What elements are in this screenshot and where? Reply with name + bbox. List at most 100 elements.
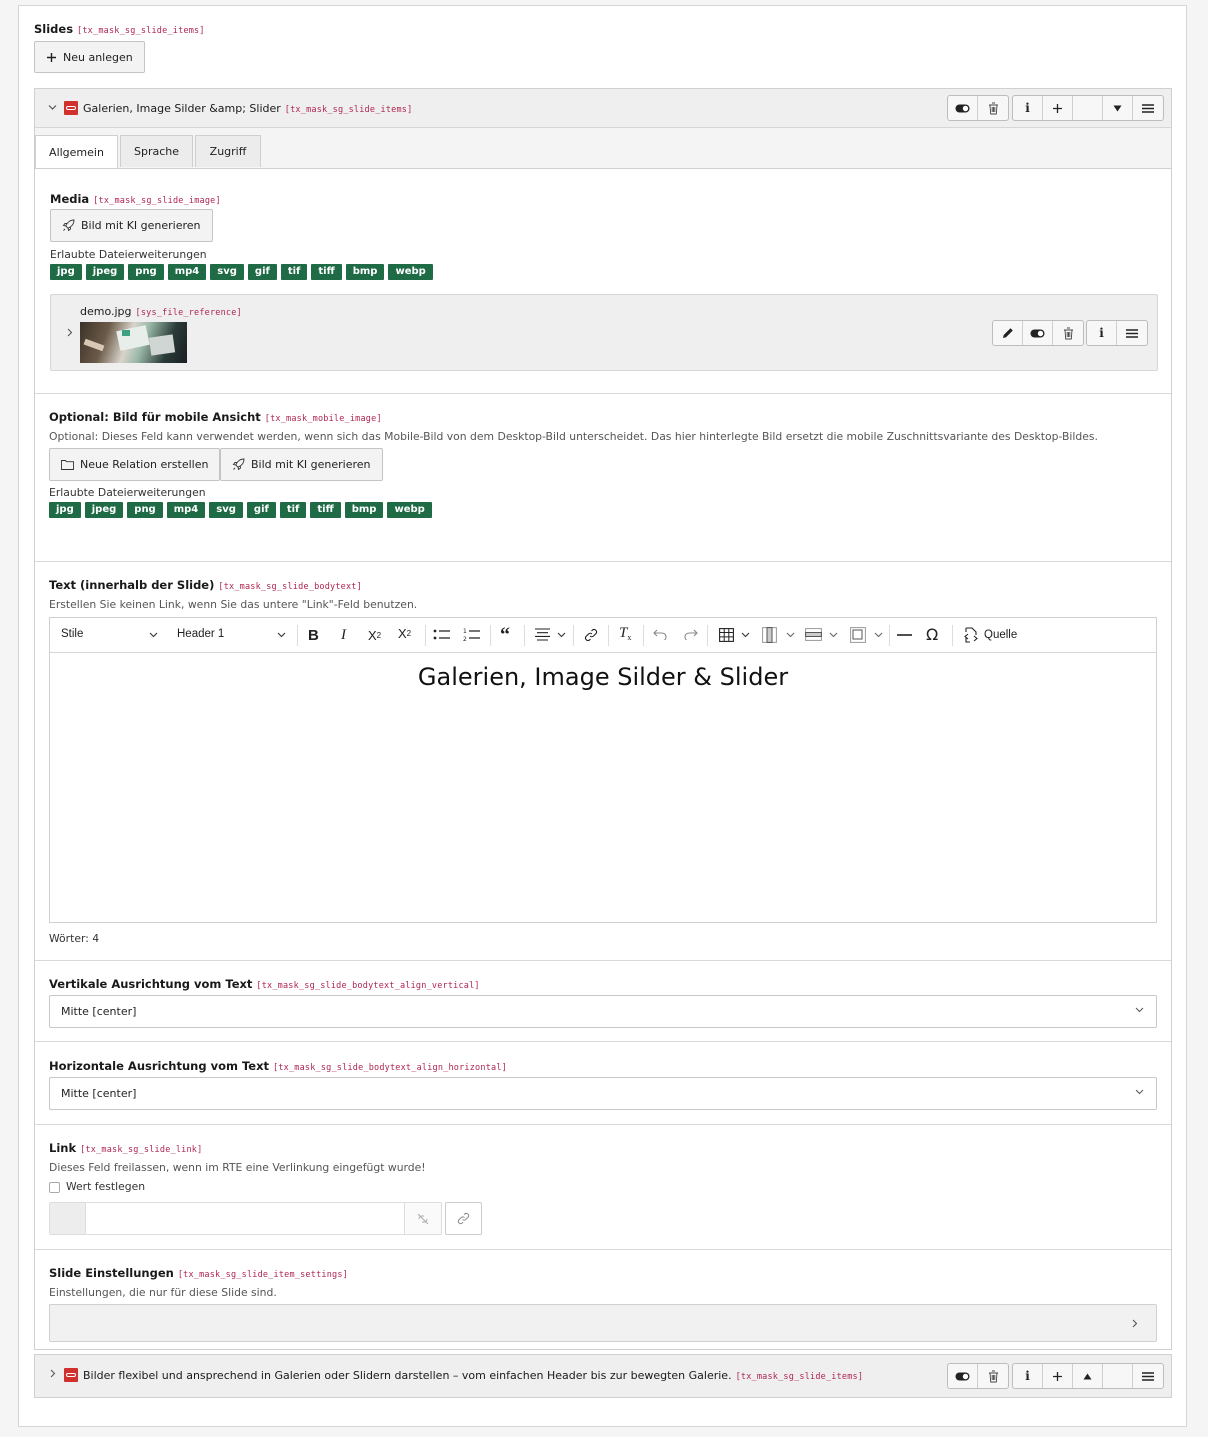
move-up-button[interactable] xyxy=(1073,1364,1103,1388)
halign-select[interactable]: Mitte [center] xyxy=(49,1077,1157,1110)
toggle-visibility-button[interactable] xyxy=(948,96,978,120)
menu-icon xyxy=(1126,328,1138,338)
chevron-right-icon[interactable] xyxy=(67,328,73,337)
delete-file-button[interactable] xyxy=(1053,321,1083,345)
link-icon xyxy=(457,1212,470,1225)
blockquote-icon[interactable]: “ xyxy=(500,624,510,647)
set-value-label: Wert festlegen xyxy=(66,1180,146,1193)
mobile-ai-generate-button[interactable]: Bild mit KI generieren xyxy=(220,448,383,481)
media-extensions-label: Erlaubte Dateierweiterungen xyxy=(50,248,207,261)
toggle-file-visibility-button[interactable] xyxy=(1023,321,1053,345)
mobile-image-label: Optional: Bild für mobile Ansicht [tx_mas… xyxy=(49,410,382,424)
subscript-icon[interactable]: X2 xyxy=(368,628,381,643)
link-input[interactable] xyxy=(86,1203,404,1234)
add-after-button[interactable] xyxy=(1043,1364,1073,1388)
chevron-down-icon xyxy=(786,632,795,638)
media-ai-generate-button[interactable]: Bild mit KI generieren xyxy=(50,209,213,242)
table-icon[interactable] xyxy=(719,628,734,642)
settings-description: Einstellungen, die nur für diese Slide s… xyxy=(49,1286,277,1299)
settings-collapsed-panel[interactable] xyxy=(49,1304,1157,1342)
extension-badge: tiff xyxy=(311,264,342,280)
file-drag-handle[interactable] xyxy=(1117,321,1147,345)
bodytext-label: Text (innerhalb der Slide) [tx_mask_sg_sl… xyxy=(49,578,362,592)
source-icon xyxy=(964,627,978,643)
new-record-button[interactable]: Neu anlegen xyxy=(34,41,145,73)
move-down-button[interactable] xyxy=(1103,1364,1133,1388)
extension-badge: webp xyxy=(387,502,432,518)
valign-label: Vertikale Ausrichtung vom Text [tx_mask_s… xyxy=(49,977,480,991)
divider xyxy=(35,960,1171,961)
link-icon[interactable] xyxy=(584,628,598,642)
chevron-down-icon[interactable] xyxy=(48,104,57,111)
extension-badge: jpg xyxy=(50,264,82,280)
remove-format-icon[interactable]: Tx xyxy=(619,625,631,642)
slide-item-card[interactable]: Bilder flexibel und ansprechend in Galer… xyxy=(34,1354,1172,1398)
slides-label: Slides [tx_mask_sg_slide_items] xyxy=(34,22,205,36)
horizontal-line-icon[interactable] xyxy=(897,634,912,636)
source-button[interactable]: Quelle xyxy=(963,627,1017,643)
caret-up-icon xyxy=(1083,1373,1092,1379)
link-browser-button[interactable] xyxy=(445,1202,482,1235)
merge-cells-icon[interactable] xyxy=(850,627,866,643)
bullet-list-icon[interactable] xyxy=(433,628,450,642)
toggle-visibility-button[interactable] xyxy=(948,1364,978,1388)
info-button[interactable]: i xyxy=(1013,1364,1043,1388)
set-value-checkbox[interactable] xyxy=(49,1182,60,1193)
svg-text:1: 1 xyxy=(463,628,467,635)
info-button[interactable]: i xyxy=(1013,96,1043,120)
table-column-icon[interactable] xyxy=(762,627,777,643)
plus-icon xyxy=(1053,1371,1062,1381)
trash-icon xyxy=(1063,327,1073,339)
tab-sprache[interactable]: Sprache xyxy=(120,135,193,167)
delete-button[interactable] xyxy=(978,96,1008,120)
special-characters-icon[interactable]: Ω xyxy=(926,625,938,644)
table-row-icon[interactable] xyxy=(805,628,822,641)
divider xyxy=(35,1124,1171,1125)
delete-button[interactable] xyxy=(978,1364,1008,1388)
link-description: Dieses Feld freilassen, wenn im RTE eine… xyxy=(49,1161,426,1174)
chevron-down-icon xyxy=(557,632,566,638)
chevron-right-icon[interactable] xyxy=(50,1369,56,1378)
info-icon: i xyxy=(1025,1369,1030,1383)
superscript-icon[interactable]: X2 xyxy=(398,626,411,641)
record-type-icon xyxy=(64,1368,78,1382)
slide-item-header[interactable]: Galerien, Image Silder &amp; Slider [tx_m… xyxy=(35,89,1171,128)
italic-icon[interactable]: I xyxy=(341,627,346,644)
folder-icon xyxy=(61,460,74,470)
mobile-extensions-label: Erlaubte Dateierweiterungen xyxy=(49,486,206,499)
numbered-list-icon[interactable]: 12 xyxy=(463,627,480,642)
file-actions-right: i xyxy=(1086,320,1148,346)
align-icon[interactable] xyxy=(535,628,550,641)
undo-icon[interactable] xyxy=(653,629,668,640)
bold-icon[interactable]: B xyxy=(308,627,319,644)
tab-zugriff[interactable]: Zugriff xyxy=(195,135,261,167)
chevron-down-icon xyxy=(1135,1007,1144,1013)
drag-handle[interactable] xyxy=(1133,96,1163,120)
rte-content[interactable]: Galerien, Image Silder & Slider xyxy=(50,663,1156,691)
add-after-button[interactable] xyxy=(1043,96,1073,120)
edit-file-button[interactable] xyxy=(993,321,1023,345)
redo-icon[interactable] xyxy=(683,629,698,640)
extension-badge: png xyxy=(127,502,163,518)
file-name: demo.jpg [sys_file_reference] xyxy=(80,305,242,318)
link-clear-button[interactable] xyxy=(404,1203,441,1234)
file-info-button[interactable]: i xyxy=(1087,321,1117,345)
chevron-down-icon xyxy=(1135,1089,1144,1095)
style-dropdown[interactable]: Stile xyxy=(61,628,83,640)
extension-badge: svg xyxy=(209,502,243,518)
heading-dropdown[interactable]: Header 1 xyxy=(177,628,224,640)
divider xyxy=(35,1041,1171,1042)
toggle-icon xyxy=(955,104,970,112)
new-relation-button[interactable]: Neue Relation erstellen xyxy=(49,448,221,481)
valign-select[interactable]: Mitte [center] xyxy=(49,995,1157,1028)
move-up-button[interactable] xyxy=(1073,96,1103,120)
extension-badge: mp4 xyxy=(167,264,207,280)
file-reference-card[interactable]: demo.jpg [sys_file_reference] i xyxy=(50,294,1158,371)
toggle-icon xyxy=(955,1372,970,1380)
drag-handle[interactable] xyxy=(1133,1364,1163,1388)
toggle-icon xyxy=(1030,329,1045,337)
tab-allgemein[interactable]: Allgemein xyxy=(35,135,118,168)
settings-label: Slide Einstellungen [tx_mask_sg_slide_ite… xyxy=(49,1266,348,1280)
move-down-button[interactable] xyxy=(1103,96,1133,120)
plus-icon xyxy=(47,52,56,62)
